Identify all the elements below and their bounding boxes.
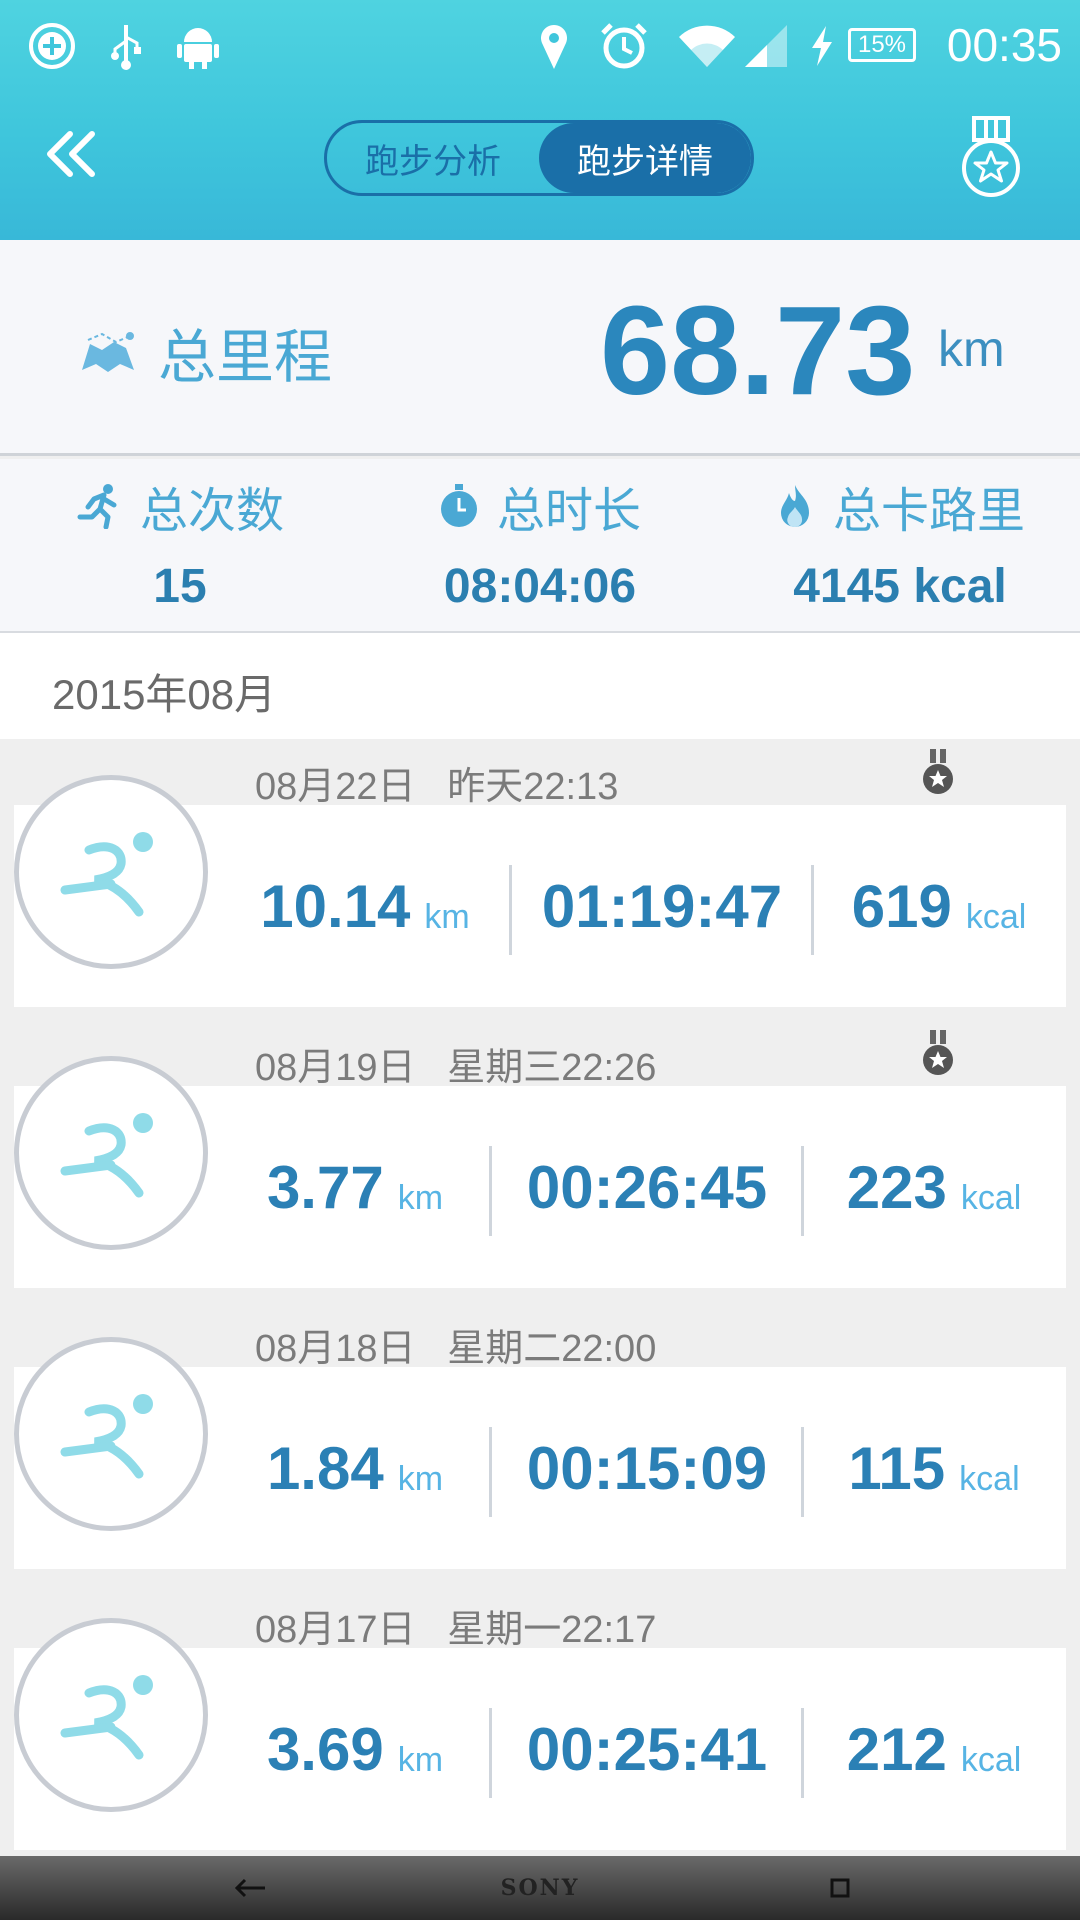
signal-icon: [742, 20, 790, 72]
month-label: 2015年08月: [52, 671, 277, 718]
map-route-icon: [82, 332, 134, 372]
nav-recents-icon: [830, 1878, 850, 1898]
total-distance-label: 总里程: [158, 323, 333, 391]
run-duration: 00:26:45: [526, 1153, 768, 1221]
nav-back-arrow-icon: [234, 1878, 265, 1898]
tab-running-details[interactable]: 跑步详情: [539, 123, 751, 193]
run-calories: 115 kcal: [848, 1434, 1020, 1502]
alarm-clock-icon: [598, 20, 650, 72]
run-record[interactable]: 08月18日 星期二22:00 1.84 km 00:15:09 115 kcal: [0, 1301, 1080, 1583]
medal-icon: [923, 1030, 953, 1075]
nav-back-button[interactable]: [220, 1866, 280, 1910]
runner-logo-icon: [60, 1675, 153, 1760]
stat-runs-value: 15: [153, 560, 207, 613]
nav-recents-button[interactable]: [810, 1866, 870, 1910]
stat-duration-value: 08:04:06: [443, 560, 637, 613]
medal-star-icon: [962, 116, 1020, 197]
back-button[interactable]: [36, 120, 106, 190]
run-record[interactable]: 08月19日 星期三22:26 3.77 km 00:26:45 223 kcal: [0, 1020, 1080, 1302]
stat-total-duration: 总时长 08:04:06: [360, 459, 720, 633]
run-duration: 00:25:41: [526, 1715, 768, 1783]
run-record-datetime: 08月17日 星期一22:17: [255, 1609, 657, 1651]
run-record-datetime: 08月18日 星期二22:00: [255, 1328, 657, 1370]
avatar: [14, 775, 208, 969]
tab-running-analysis[interactable]: 跑步分析: [327, 123, 539, 193]
runner-logo-icon: [60, 832, 153, 917]
flame-icon: [780, 485, 809, 528]
stat-total-runs: 总次数 15: [0, 459, 360, 633]
run-duration: 01:19:47: [541, 872, 783, 940]
run-record[interactable]: 08月22日 昨天22:13 10.14 km 01:19:47 619 kcal: [0, 739, 1080, 1021]
run-distance: 1.84 km: [266, 1434, 444, 1502]
location-pin-icon: [536, 20, 572, 72]
medal-icon: [923, 749, 953, 794]
stopwatch-icon: [440, 484, 477, 527]
month-section-header: 2015年08月: [0, 633, 1080, 739]
run-record-datetime: 08月22日 昨天22:13: [255, 766, 619, 808]
brand-logo: SONY: [500, 1875, 580, 1901]
stat-runs-label: 总次数: [139, 483, 284, 539]
add-circle-icon: [26, 20, 78, 72]
total-distance-panel: 总里程 68.73 km: [0, 240, 1080, 456]
stat-calories-value: 4145 kcal: [793, 560, 1007, 613]
medal-button[interactable]: [958, 116, 1024, 200]
total-distance-value: 68.73: [600, 280, 916, 421]
double-chevron-left-icon: [47, 131, 95, 177]
battery-indicator: 15%: [848, 28, 916, 62]
summary-stats: 总次数 15 总时长 08:04:06 总卡路里 4145 kcal: [0, 459, 1080, 633]
run-distance: 3.77 km: [266, 1153, 444, 1221]
wifi-icon: [676, 20, 738, 72]
run-calories: 223 kcal: [846, 1153, 1022, 1221]
avatar: [14, 1056, 208, 1250]
charging-icon: [808, 20, 836, 72]
app-header: 15% 00:35 跑步分析 跑步详情: [0, 0, 1080, 240]
stat-calories-label: 总卡路里: [832, 483, 1025, 539]
status-time: 00:35: [946, 19, 1062, 71]
system-nav-bar: SONY: [0, 1856, 1080, 1920]
run-calories: 212 kcal: [846, 1715, 1022, 1783]
total-distance-unit: km: [938, 321, 1005, 377]
runner-logo-icon: [60, 1113, 153, 1198]
runner-logo-icon: [60, 1394, 153, 1479]
stat-duration-label: 总时长: [496, 483, 641, 539]
run-calories: 619 kcal: [851, 872, 1027, 940]
run-record-datetime: 08月19日 星期三22:26: [255, 1047, 657, 1089]
avatar: [14, 1337, 208, 1531]
android-icon: [174, 20, 222, 72]
run-distance: 3.69 km: [266, 1715, 444, 1783]
usb-icon: [106, 20, 146, 72]
tab-switcher: 跑步分析 跑步详情: [324, 120, 754, 196]
run-distance: 10.14 km: [260, 872, 470, 940]
run-duration: 00:15:09: [526, 1434, 768, 1502]
stat-total-calories: 总卡路里 4145 kcal: [720, 459, 1080, 633]
avatar: [14, 1618, 208, 1812]
run-record[interactable]: 08月17日 星期一22:17 3.69 km 00:25:41 212 kcal: [0, 1582, 1080, 1864]
running-man-icon: [77, 484, 117, 529]
status-bar: 15% 00:35: [0, 0, 1080, 92]
